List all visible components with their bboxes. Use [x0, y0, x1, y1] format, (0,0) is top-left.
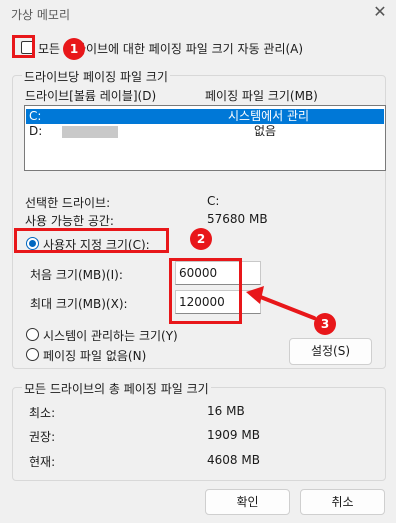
ok-button[interactable]: 확인 — [205, 489, 290, 515]
column-header-drive: 드라이브[볼륨 레이블](D) — [25, 89, 157, 103]
window-title: 가상 메모리 — [11, 8, 71, 22]
set-button[interactable]: 설정(S) — [289, 338, 372, 365]
redacted-label — [62, 126, 118, 138]
system-managed-label[interactable]: 시스템이 관리하는 크기(Y) — [43, 327, 178, 344]
no-paging-label[interactable]: 페이징 파일 없음(N) — [43, 347, 146, 364]
total-legend: 모든 드라이브의 총 페이징 파일 크기 — [22, 380, 211, 397]
drive-list[interactable]: C: 시스템에서 관리 D: 없음 — [24, 105, 386, 171]
per-drive-legend: 드라이브당 페이징 파일 크기 — [22, 68, 170, 85]
total-group — [12, 387, 386, 481]
column-header-size: 페이징 파일 크기(MB) — [205, 89, 318, 103]
arrow-icon — [246, 286, 316, 320]
initial-size-label: 처음 크기(MB)(I): — [30, 268, 123, 282]
no-paging-radio[interactable] — [26, 348, 39, 361]
step-badge-2: 2 — [190, 228, 212, 250]
list-item[interactable]: D: 없음 — [26, 124, 384, 139]
close-icon[interactable]: ✕ — [370, 2, 390, 22]
step-badge-1: 1 — [63, 38, 85, 60]
current-value: 4608 MB — [207, 453, 260, 467]
min-value: 16 MB — [207, 404, 245, 418]
drive-letter: D: — [29, 124, 43, 138]
highlight-box-checkbox — [12, 35, 35, 58]
selected-drive-value: C: — [207, 194, 220, 208]
drive-letter: C: — [29, 109, 42, 123]
cancel-button[interactable]: 취소 — [300, 489, 385, 515]
drive-size: 없음 — [254, 124, 277, 138]
selected-drive-label: 선택한 드라이브: — [25, 196, 111, 210]
highlight-box-sizes — [169, 258, 242, 324]
highlight-box-custom — [14, 228, 169, 253]
drive-size: 시스템에서 관리 — [228, 109, 310, 123]
recommended-value: 1909 MB — [207, 428, 260, 442]
system-managed-radio[interactable] — [26, 328, 39, 341]
list-item[interactable]: C: 시스템에서 관리 — [26, 109, 384, 124]
min-label: 최소: — [29, 406, 56, 420]
free-space-value: 57680 MB — [207, 212, 268, 226]
current-label: 현재: — [29, 455, 56, 469]
free-space-label: 사용 가능한 공간: — [25, 214, 114, 228]
max-size-label: 최대 크기(MB)(X): — [30, 297, 128, 311]
recommended-label: 권장: — [29, 430, 56, 444]
